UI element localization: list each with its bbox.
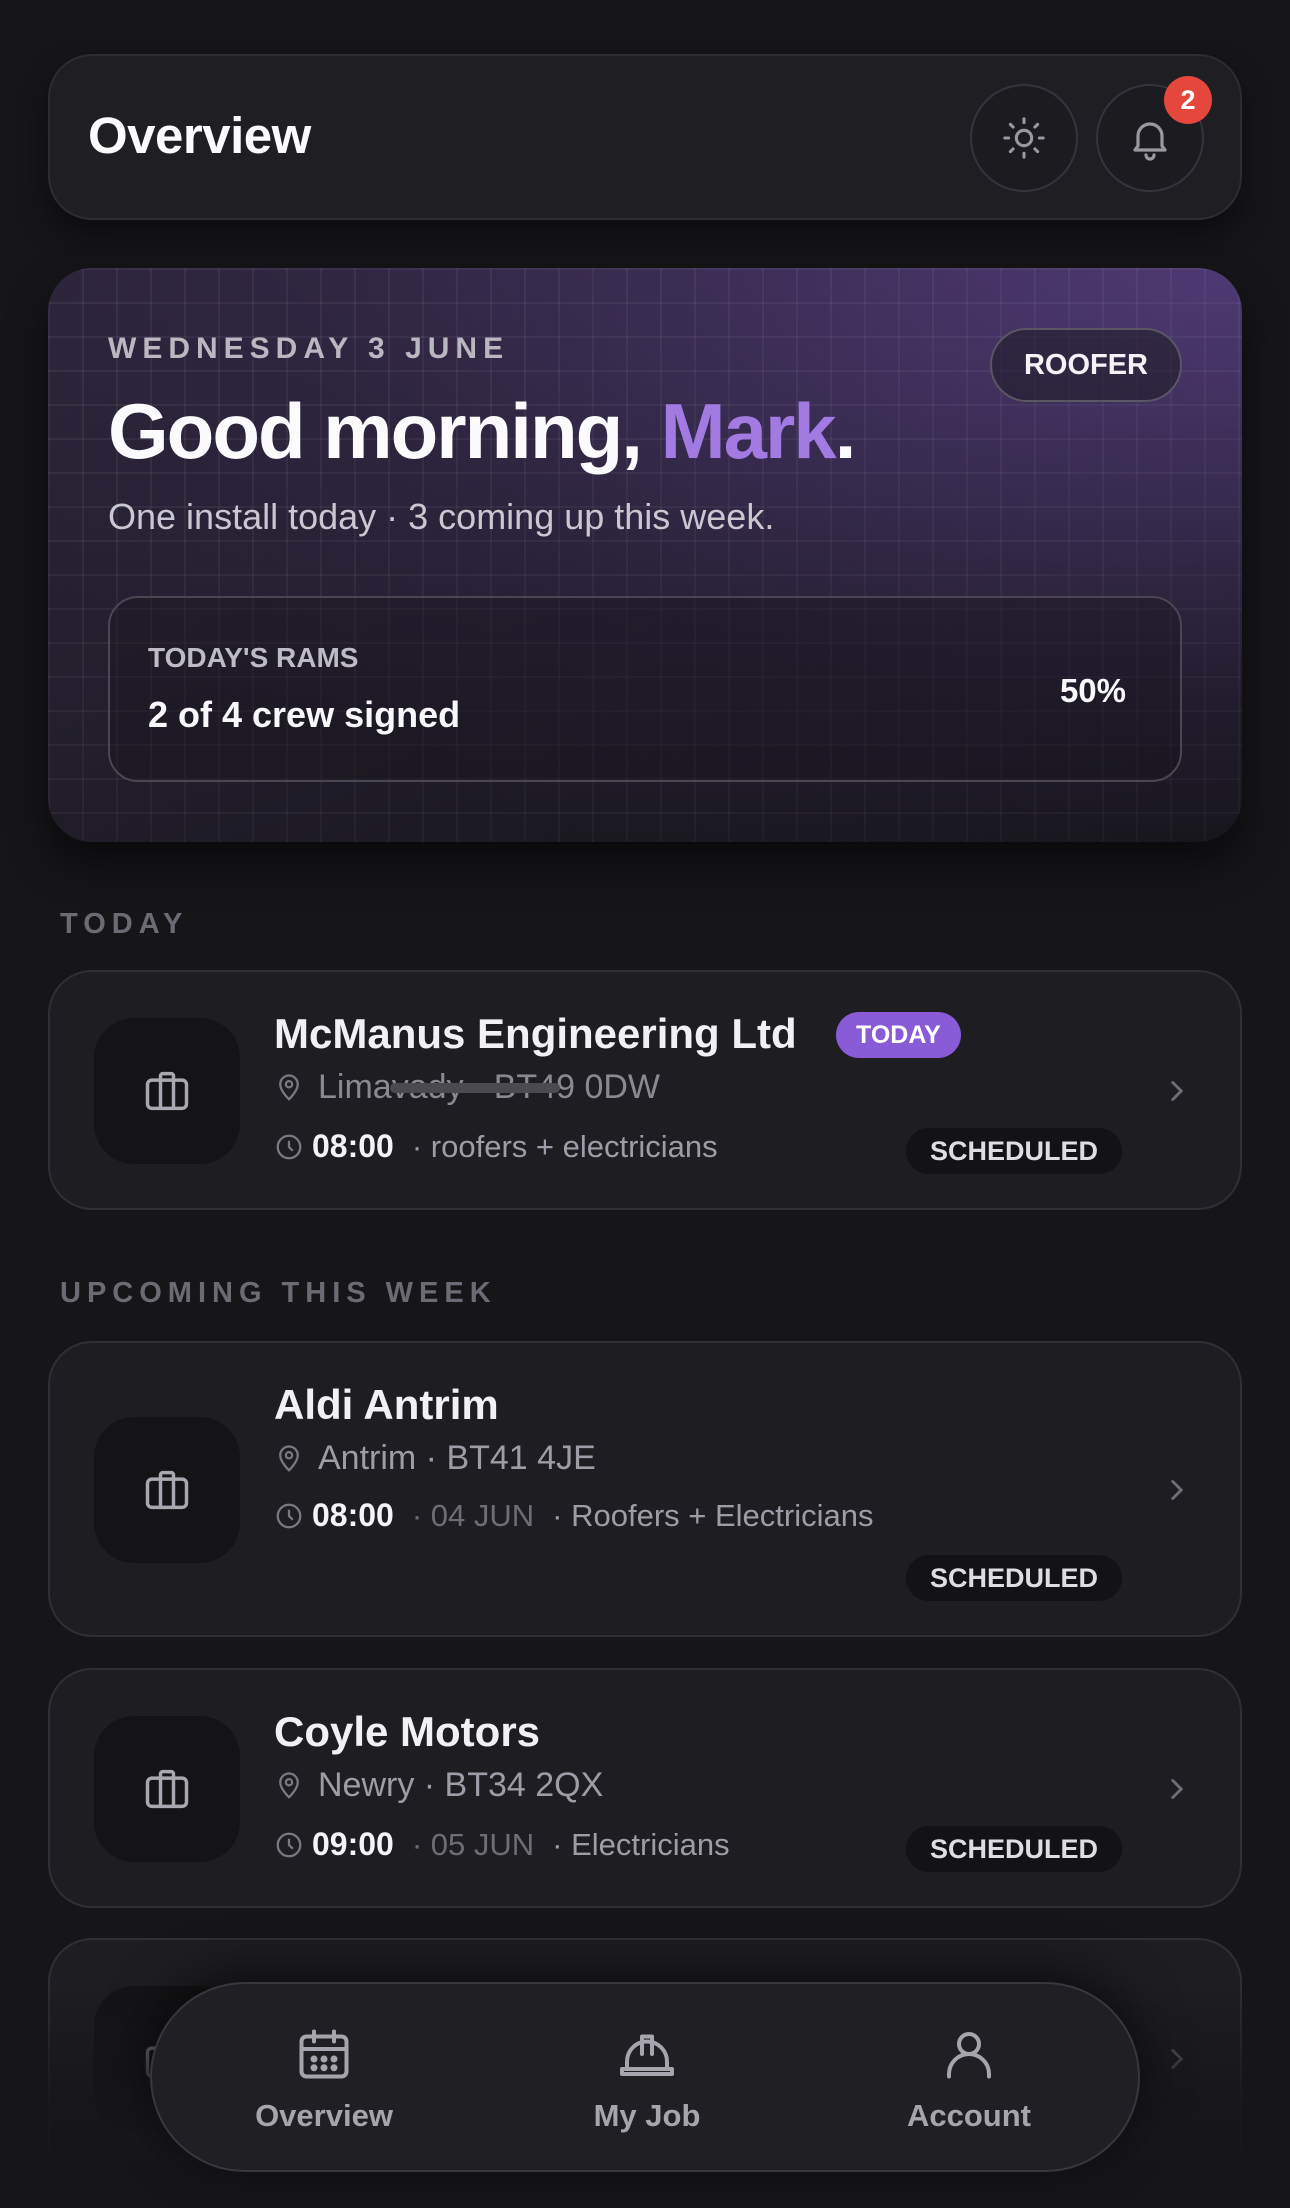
job-time: 08:00: [312, 1497, 394, 1533]
greeting-heading: Good morning, Mark.: [108, 386, 857, 477]
clock-icon: [276, 1503, 302, 1528]
top-header: Overview 2: [48, 54, 1242, 220]
rams-percent: 50%: [1059, 672, 1126, 709]
user-icon: [947, 2032, 991, 2079]
greeting-prefix: Good morning,: [108, 387, 661, 475]
nav-item-account[interactable]: Account: [869, 2024, 1069, 2134]
nav-item-overview[interactable]: Overview: [224, 2024, 424, 2134]
rams-signed-count: 2 of 4 crew signed: [148, 694, 461, 735]
job-date: · 05 JUN: [411, 1826, 535, 1862]
job-card[interactable]: Coyle Motors Newry · BT34 2QX 09:00 · 05…: [48, 1668, 1242, 1908]
page-title: Overview: [88, 107, 311, 164]
clock-icon: [276, 1832, 302, 1857]
chevron-right-icon: [1171, 1779, 1184, 1799]
user-name: Mark: [660, 387, 837, 475]
location-strike-overlay: [390, 1083, 560, 1093]
map-pin-icon: [279, 1073, 299, 1101]
job-location-text: Antrim · BT41 4JE: [318, 1439, 596, 1477]
job-name: Coyle Motors: [274, 1708, 541, 1755]
rams-status-card[interactable]: TODAY'S RAMS 2 of 4 crew signed 50%: [108, 596, 1182, 782]
today-pill: TODAY: [836, 1012, 961, 1058]
job-meta: 08:00 · roofers + electricians: [274, 1128, 718, 1165]
theme-toggle-button[interactable]: [970, 84, 1078, 192]
status-badge: SCHEDULED: [906, 1826, 1123, 1872]
nav-item-my-job[interactable]: My Job: [547, 2024, 747, 2134]
chevron-right-icon: [1171, 1480, 1184, 1500]
job-icon-tile: [94, 1018, 240, 1164]
job-trades: · roofers + electricians: [411, 1128, 718, 1164]
chevron-right-icon: [1171, 1081, 1184, 1101]
job-trades: · Electricians: [552, 1826, 730, 1862]
job-location: Newry · BT34 2QX: [274, 1766, 603, 1805]
status-badge: SCHEDULED: [906, 1555, 1123, 1601]
nav-label-my-job: My Job: [593, 2098, 701, 2133]
section-title-upcoming: UPCOMING THIS WEEK: [60, 1277, 497, 1309]
greeting-summary: One install today · 3 coming up this wee…: [108, 496, 775, 537]
map-pin-icon: [279, 1444, 299, 1472]
job-card[interactable]: Aldi Antrim Antrim · BT41 4JE 08:00 · 04…: [48, 1341, 1242, 1637]
bell-icon: [1133, 122, 1167, 161]
greeting-hero-card: WEDNESDAY 3 JUNE ROOFER Good morning, Ma…: [48, 268, 1242, 842]
map-pin-icon: [279, 1771, 299, 1799]
job-card[interactable]: McManus Engineering Ltd TODAY Limavady ·…: [48, 970, 1242, 1210]
job-meta: 08:00 · 04 JUN · Roofers + Electricians: [274, 1497, 873, 1534]
job-name: McManus Engineering Ltd: [274, 1010, 797, 1057]
current-date: WEDNESDAY 3 JUNE: [108, 332, 510, 365]
briefcase-icon: [145, 1071, 189, 1111]
job-location-text: Newry · BT34 2QX: [318, 1766, 604, 1804]
job-meta: 09:00 · 05 JUN · Electricians: [274, 1826, 730, 1863]
job-name: Aldi Antrim: [274, 1381, 499, 1428]
nav-label-overview: Overview: [255, 2098, 393, 2133]
notification-badge: 2: [1164, 76, 1212, 124]
greeting-suffix: .: [834, 387, 857, 475]
rams-label: TODAY'S RAMS: [148, 642, 359, 673]
calendar-icon: [299, 2029, 349, 2079]
job-icon-tile: [94, 1716, 240, 1862]
role-badge: ROOFER: [989, 328, 1182, 402]
job-time: 08:00: [312, 1128, 394, 1164]
overview-screen: Overview 2 WEDNESDAY 3 JUNE ROOFER Good …: [0, 0, 1290, 2208]
bottom-nav: Overview My Job Account: [150, 1982, 1140, 2172]
section-title-today: TODAY: [60, 908, 189, 940]
status-badge: SCHEDULED: [906, 1128, 1123, 1174]
job-trades: · Roofers + Electricians: [552, 1497, 874, 1533]
hard-hat-icon: [620, 2034, 674, 2076]
job-time: 09:00: [312, 1826, 394, 1862]
sun-icon: [1003, 117, 1045, 159]
briefcase-icon: [145, 1470, 189, 1510]
job-icon-tile: [94, 1417, 240, 1563]
clock-icon: [276, 1134, 302, 1159]
job-location: Antrim · BT41 4JE: [274, 1439, 596, 1478]
briefcase-icon: [145, 1769, 189, 1809]
nav-label-account: Account: [907, 2098, 1031, 2133]
job-date: · 04 JUN: [411, 1497, 535, 1533]
